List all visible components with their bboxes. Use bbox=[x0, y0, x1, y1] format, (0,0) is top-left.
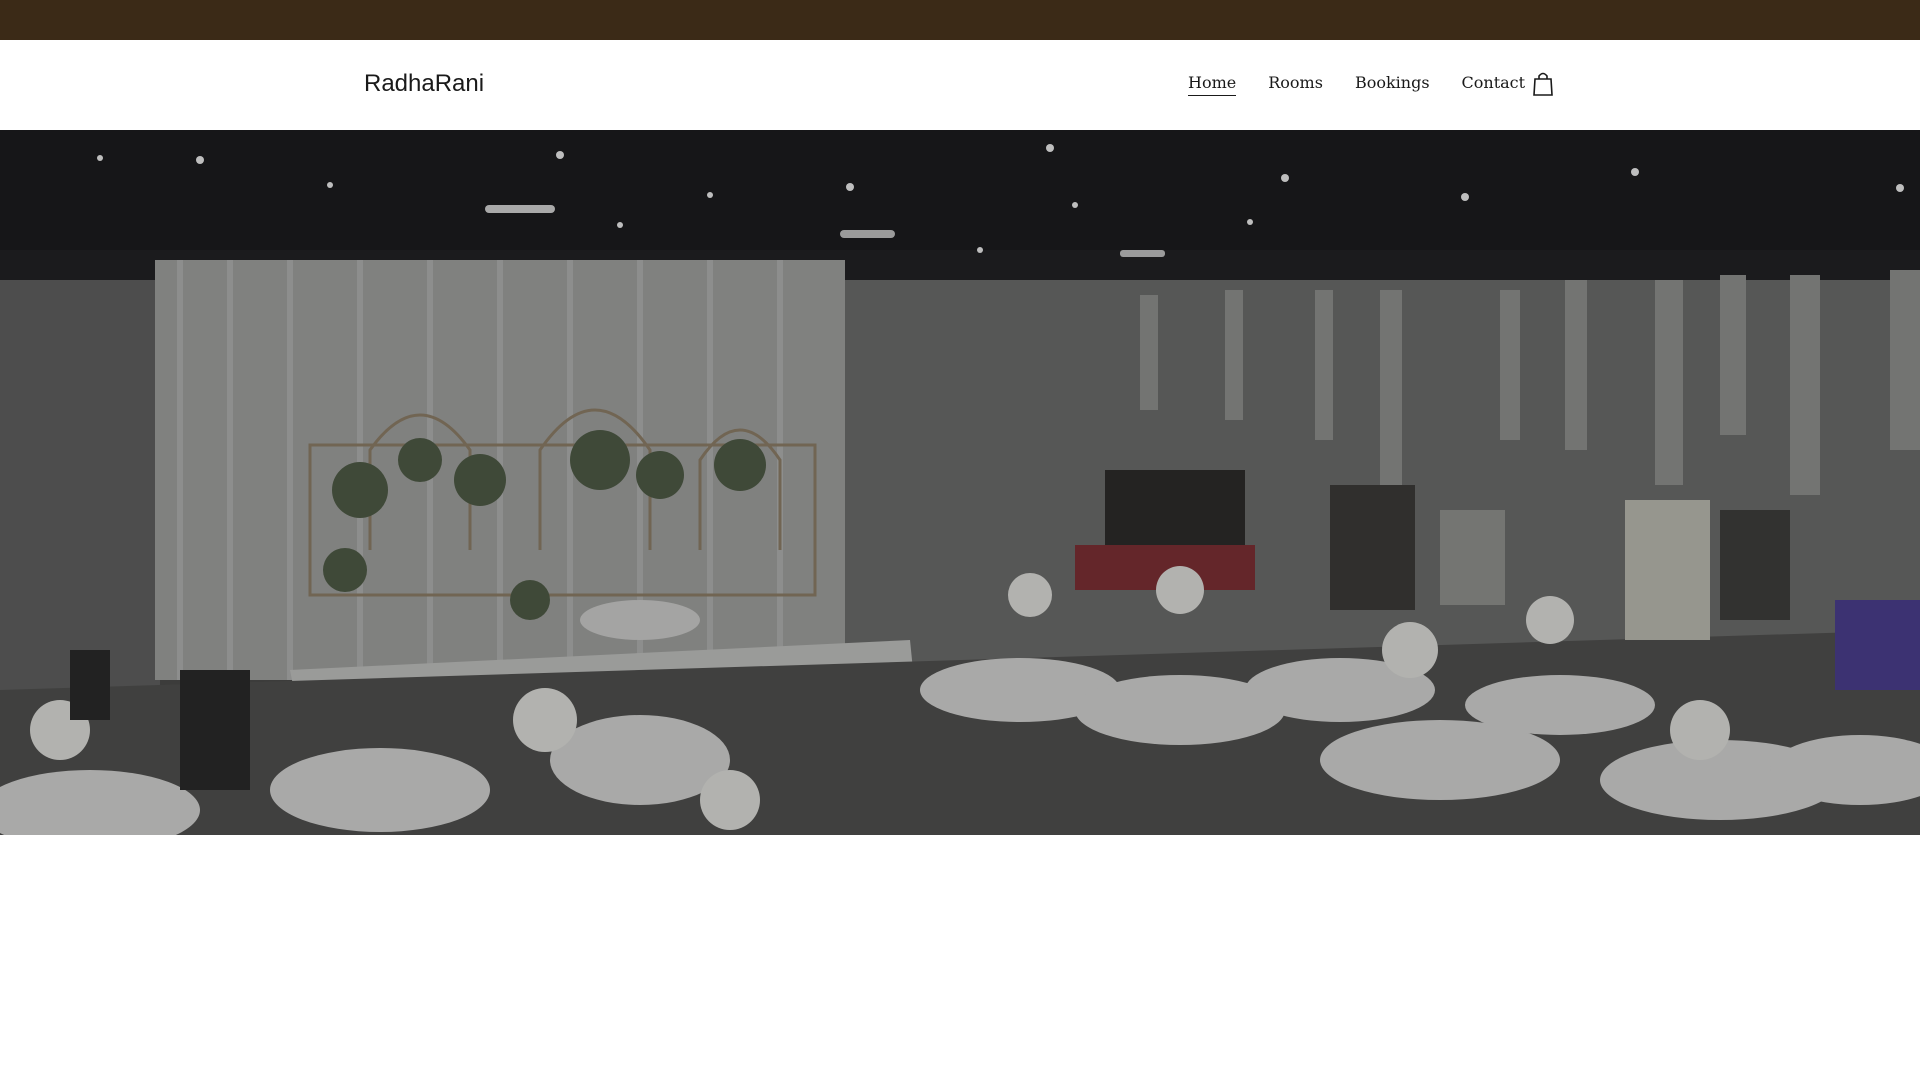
site-header: RadhaRani Home Rooms Bookings Contact bbox=[0, 40, 1920, 130]
nav-contact[interactable]: Contact bbox=[1462, 73, 1526, 95]
hero-image bbox=[0, 130, 1920, 835]
nav-home[interactable]: Home bbox=[1188, 73, 1237, 96]
shopping-bag-icon[interactable] bbox=[1531, 71, 1555, 97]
announcement-bar bbox=[0, 0, 1920, 40]
nav-rooms[interactable]: Rooms bbox=[1268, 73, 1323, 95]
nav-bookings[interactable]: Bookings bbox=[1355, 73, 1430, 95]
main-nav: Home Rooms Bookings Contact bbox=[1188, 73, 1557, 101]
site-logo[interactable]: RadhaRani bbox=[364, 70, 484, 98]
